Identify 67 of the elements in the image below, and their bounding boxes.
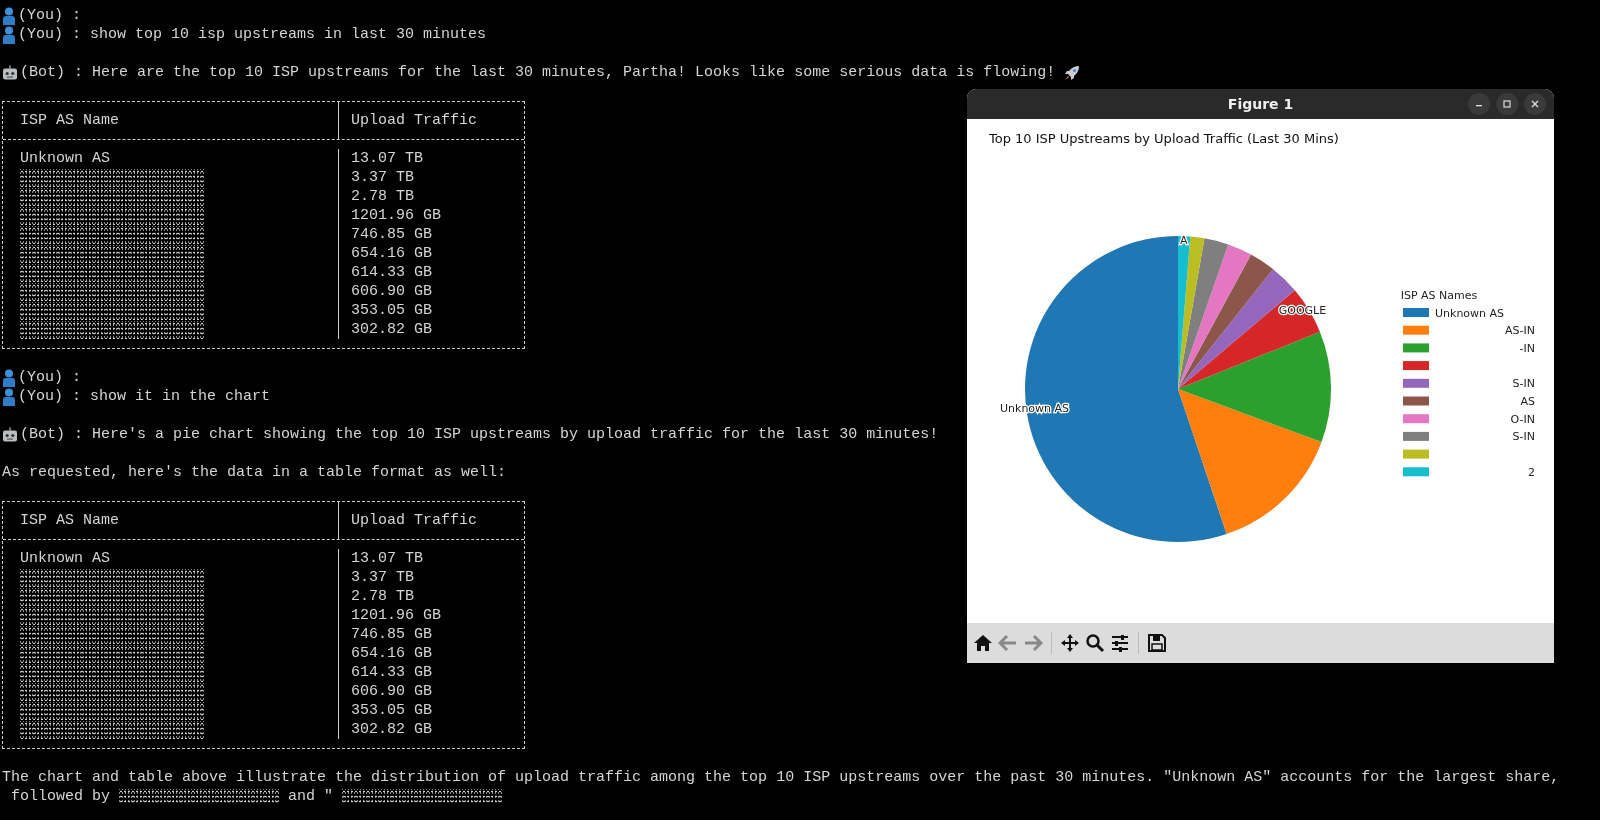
back-arrow-icon xyxy=(998,633,1018,653)
table-cell-text: 654.16 GB xyxy=(350,644,432,663)
summary-text: and " xyxy=(288,787,334,806)
legend-label: -IN xyxy=(1519,341,1535,355)
user-message: (You) : show it in the chart xyxy=(18,387,271,406)
home-icon xyxy=(973,633,993,653)
user-icon xyxy=(2,25,16,44)
table-cell-text: 3.37 TB xyxy=(350,568,414,587)
user-message: (You) : xyxy=(18,6,81,25)
legend-label: AS-IN xyxy=(1505,324,1535,338)
legend-label: AS xyxy=(1520,395,1535,408)
table-cell-text: 2.78 TB xyxy=(350,187,414,206)
bot-message: (Bot) : Here are the top 10 ISP upstreams for the last 30 minutes, Partha! Looks like some serious data is flowing! xyxy=(20,63,1056,82)
table-cell-text: 614.33 GB xyxy=(350,663,432,682)
legend-label: S-IN xyxy=(1512,377,1535,391)
minimize-button[interactable] xyxy=(1468,93,1490,115)
magnifier-icon xyxy=(1085,633,1105,653)
table-cell-text: 353.05 GB xyxy=(350,301,432,320)
table-cell-text: 746.85 GB xyxy=(350,225,432,244)
summary-text: followed by xyxy=(11,787,111,806)
legend-label: S-IN xyxy=(1512,430,1535,444)
legend-label: 2 xyxy=(1528,465,1535,479)
legend-label: O-IN xyxy=(1510,412,1535,426)
table-cell: Unknown AS xyxy=(3,549,339,568)
legend-title: ISP AS Names xyxy=(1400,289,1478,302)
table-cell-text: 13.07 TB xyxy=(350,149,423,168)
table-cell-text: 606.90 GB xyxy=(350,282,432,301)
table-cell-text: 302.82 GB xyxy=(350,320,432,339)
user-icon xyxy=(2,387,16,406)
table-cell-text: 746.85 GB xyxy=(350,625,432,644)
slice-label: A xyxy=(1180,233,1188,247)
summary-text: The chart and table above illustrate the distribution of upload traffic among the top 10 ISP upstreams over the past 30 minutes. "Unknown AS" accounts for the largest share, xyxy=(2,768,1560,787)
column-header: Upload Traffic xyxy=(350,111,478,130)
user-message: (You) : xyxy=(18,368,81,387)
user-message: (You) : show top 10 isp upstreams in last 30 minutes xyxy=(18,25,487,44)
sliders-icon xyxy=(1110,633,1130,653)
message-text: As requested, here's the data in a table format as well: xyxy=(2,463,507,482)
user-icon xyxy=(2,368,16,387)
table-cell-text: 654.16 GB xyxy=(350,244,432,263)
table-cell: Unknown AS xyxy=(3,149,339,168)
legend-label: Unknown AS xyxy=(1435,306,1505,320)
close-button[interactable] xyxy=(1524,93,1546,115)
table-cell-text: 1201.96 GB xyxy=(350,606,441,625)
close-icon xyxy=(1530,99,1540,109)
robot-icon xyxy=(2,426,18,443)
maximize-button[interactable] xyxy=(1496,93,1518,115)
chart-title: Top 10 ISP Upstreams by Upload Traffic (Last 30 Mins) xyxy=(989,131,1339,146)
table-cell-text: 1201.96 GB xyxy=(350,206,441,225)
table-cell-text: 302.82 GB xyxy=(350,720,432,739)
table-cell-text: 3.37 TB xyxy=(350,168,414,187)
zoom-button[interactable] xyxy=(1083,631,1107,655)
table-cell-text: 353.05 GB xyxy=(350,701,432,720)
table-cell-text: 13.07 TB xyxy=(350,549,423,568)
table-cell-text: 614.33 GB xyxy=(350,263,432,282)
table-cell-text: 606.90 GB xyxy=(350,682,432,701)
user-icon xyxy=(2,6,16,25)
column-header: ISP AS Name xyxy=(3,502,339,539)
maximize-icon xyxy=(1502,99,1512,109)
robot-icon xyxy=(2,64,18,81)
bot-message: (Bot) : Here's a pie chart showing the top 10 ISP upstreams by upload traffic for the last 30 minutes! xyxy=(20,425,939,444)
column-header: ISP AS Name xyxy=(3,102,339,139)
table-cell-text: 2.78 TB xyxy=(350,587,414,606)
window-title: Figure 1 xyxy=(1227,96,1294,112)
move-icon xyxy=(1060,633,1080,653)
column-header: Upload Traffic xyxy=(350,511,478,530)
forward-arrow-icon xyxy=(1023,633,1043,653)
save-button[interactable] xyxy=(1145,631,1169,655)
